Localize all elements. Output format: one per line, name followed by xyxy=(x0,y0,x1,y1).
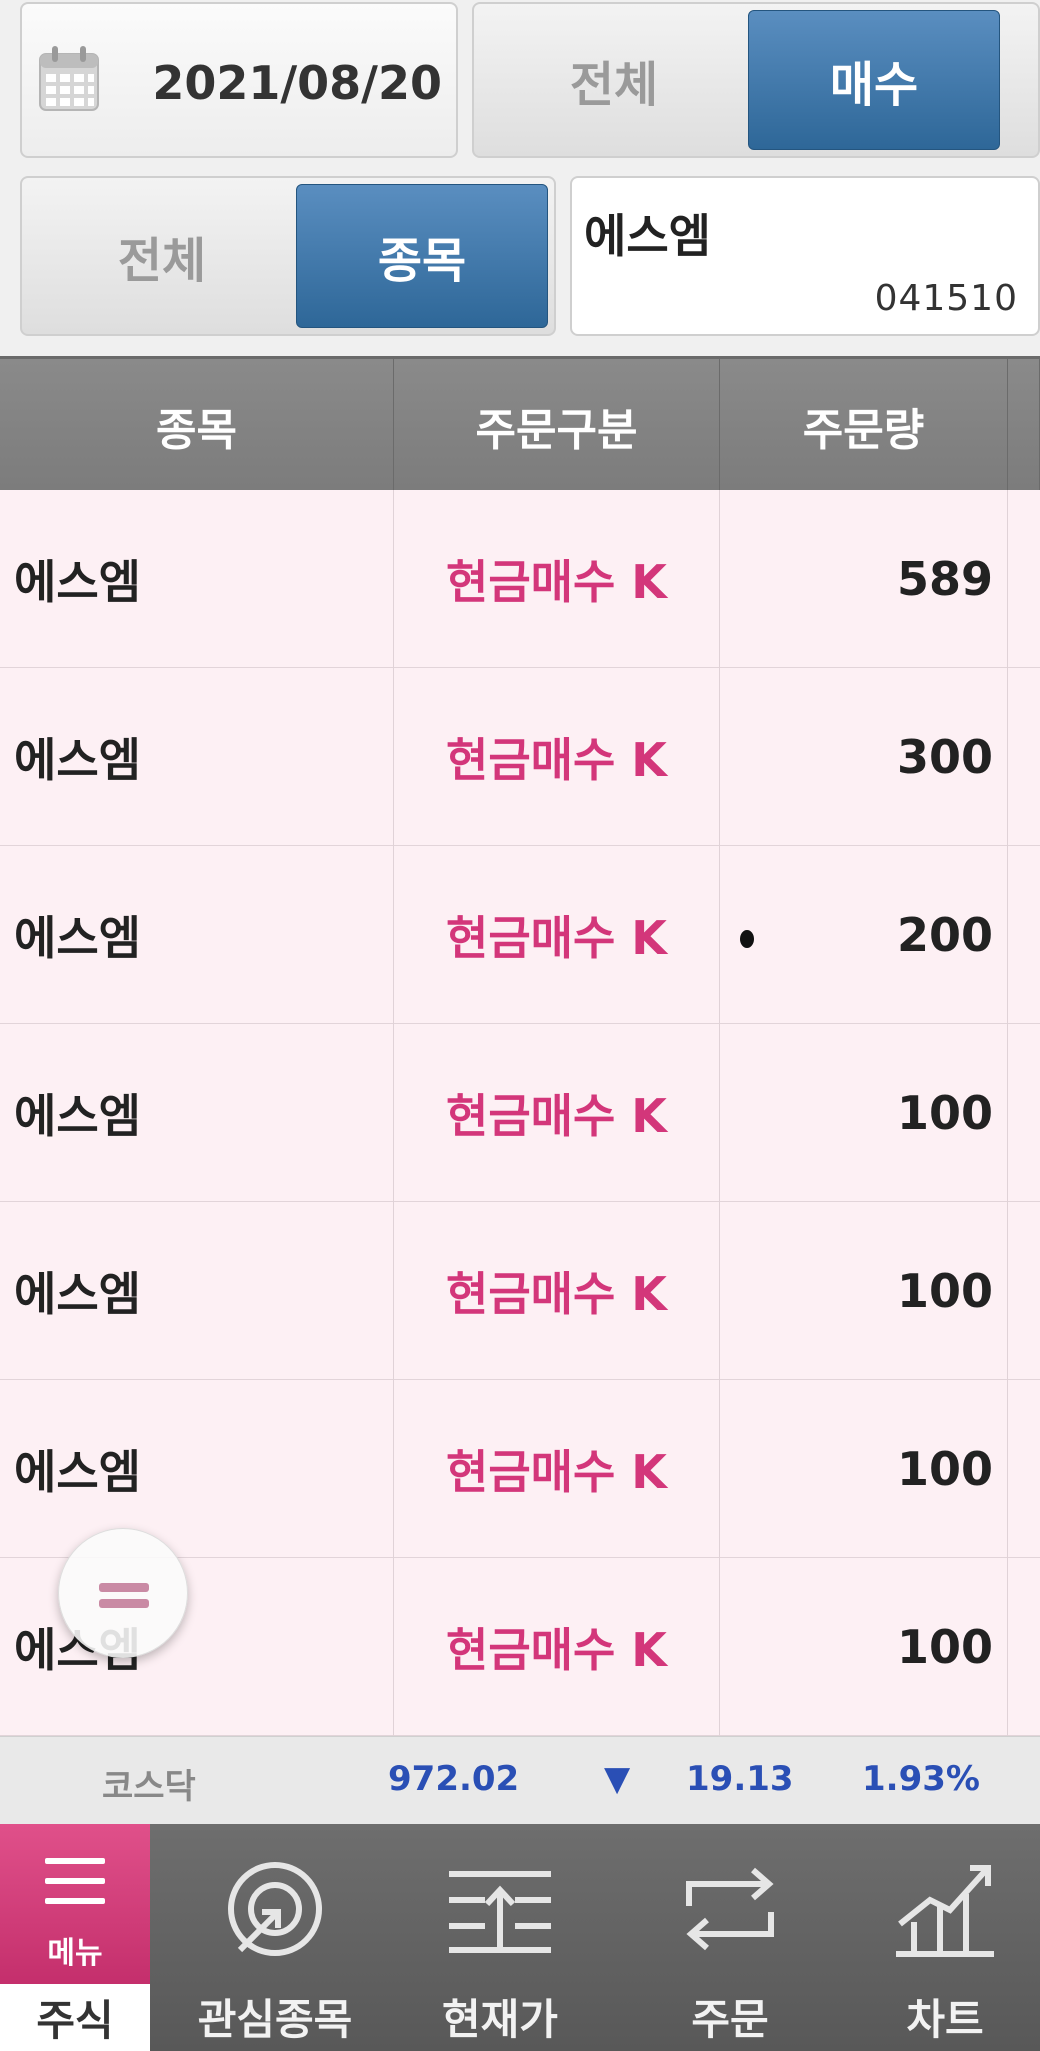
row-quantity: 100 xyxy=(720,1024,1008,1202)
current-price-icon xyxy=(449,1871,551,1953)
nav-watchlist-label: 관심종목 xyxy=(197,1995,353,2044)
stock-code: 041510 xyxy=(874,278,1018,319)
nav-watchlist[interactable]: 관심종목 xyxy=(170,1824,380,2051)
down-arrow-icon: ▼ xyxy=(604,1759,631,1799)
menu-label: 메뉴 xyxy=(47,1936,103,1971)
row-extra xyxy=(1008,846,1040,1024)
row-stock-name: 에스엠 xyxy=(0,490,394,668)
row-stock-name: 에스엠 xyxy=(0,1202,394,1380)
menu-bar-icon xyxy=(99,1583,149,1592)
table-row[interactable]: 에스엠 현금매수 K 589 xyxy=(0,490,1040,668)
row-order-type: 현금매수 K xyxy=(394,1558,720,1736)
row-quantity: 100 xyxy=(720,1202,1008,1380)
touch-dot xyxy=(740,930,754,948)
table-row[interactable]: 에스엠 현금매수 K 100 xyxy=(0,1202,1040,1380)
row-quantity: 200 xyxy=(720,846,1008,1024)
table-row[interactable]: 에스엠 현금매수 K 300 xyxy=(0,668,1040,846)
row-extra xyxy=(1008,1202,1040,1380)
row-quantity: 589 xyxy=(720,490,1008,668)
row-quantity: 100 xyxy=(720,1558,1008,1736)
row-extra xyxy=(1008,1558,1040,1736)
nav-chart[interactable]: 차트 xyxy=(850,1824,1040,2051)
stock-name: 에스엠 xyxy=(584,209,711,263)
row-stock-name: 에스엠 xyxy=(0,1024,394,1202)
row-order-type: 현금매수 K xyxy=(394,846,720,1024)
header-quantity: 주문량 xyxy=(720,359,1008,493)
index-change: 19.13 xyxy=(686,1759,794,1799)
date-picker[interactable]: 2021/08/20 xyxy=(20,2,458,158)
chart-icon xyxy=(896,1865,994,1957)
stock-scope-toggle: 전체 종목 xyxy=(20,176,556,336)
header-stock: 종목 xyxy=(0,359,394,493)
row-extra xyxy=(1008,1380,1040,1558)
stock-selector[interactable]: 에스엠 041510 xyxy=(570,176,1040,336)
row-extra xyxy=(1008,1024,1040,1202)
index-ticker[interactable]: 코스닥 972.02 ▼ 19.13 1.93% xyxy=(0,1736,1040,1824)
type-buy-button[interactable]: 매수 xyxy=(748,10,1000,150)
date-value: 2021/08/20 xyxy=(152,56,442,110)
row-order-type: 현금매수 K xyxy=(394,1202,720,1380)
table-header: 종목 주문구분 주문량 xyxy=(0,356,1040,493)
menu-button[interactable]: 메뉴 xyxy=(0,1824,150,1984)
index-name: 코스닥 xyxy=(102,1767,196,1807)
index-rate: 1.93% xyxy=(862,1759,980,1799)
table-row[interactable]: 에스엠 현금매수 K 200 xyxy=(0,846,1040,1024)
row-order-type: 현금매수 K xyxy=(394,1380,720,1558)
nav-current-price[interactable]: 현재가 xyxy=(395,1824,605,2051)
hamburger-icon xyxy=(45,1898,105,1904)
header-order-type: 주문구분 xyxy=(394,359,720,493)
row-extra xyxy=(1008,668,1040,846)
order-type-toggle: 전체 매수 xyxy=(472,2,1040,158)
watchlist-icon xyxy=(228,1862,322,1956)
hamburger-icon xyxy=(45,1858,105,1864)
nav-order-label: 주문 xyxy=(691,1995,769,2044)
menu-bar-icon xyxy=(99,1599,149,1608)
floating-menu-button[interactable] xyxy=(58,1528,188,1658)
type-all-button[interactable]: 전체 xyxy=(494,10,734,150)
filter-panel: 2021/08/20 전체 매수 전체 종목 에스엠 041510 xyxy=(0,0,1040,356)
row-quantity: 100 xyxy=(720,1380,1008,1558)
calendar-icon xyxy=(39,46,99,111)
table-row[interactable]: 에스엠 현금매수 K 100 xyxy=(0,1024,1040,1202)
row-order-type: 현금매수 K xyxy=(394,1024,720,1202)
nav-order[interactable]: 주문 xyxy=(625,1824,835,2051)
bottom-navigation: 메뉴 주식 관심종목 현재가 주문 차트 xyxy=(0,1824,1040,2051)
row-quantity: 300 xyxy=(720,668,1008,846)
stock-all-button[interactable]: 전체 xyxy=(42,184,282,328)
row-stock-name: 에스엠 xyxy=(0,1380,394,1558)
stock-item-button[interactable]: 종목 xyxy=(296,184,548,328)
row-quantity-value: 200 xyxy=(896,908,993,962)
row-order-type: 현금매수 K xyxy=(394,490,720,668)
nav-current-price-label: 현재가 xyxy=(442,1995,558,2044)
row-extra xyxy=(1008,490,1040,668)
row-stock-name: 에스엠 xyxy=(0,668,394,846)
table-row[interactable]: 에스엠 현금매수 K 100 xyxy=(0,1380,1040,1558)
row-order-type: 현금매수 K xyxy=(394,668,720,846)
nav-chart-label: 차트 xyxy=(906,1995,984,2044)
header-extra xyxy=(1008,359,1040,493)
hamburger-icon xyxy=(45,1878,105,1884)
index-value: 972.02 xyxy=(388,1759,520,1799)
order-exchange-icon xyxy=(686,1867,774,1951)
row-stock-name: 에스엠 xyxy=(0,846,394,1024)
tab-stocks[interactable]: 주식 xyxy=(0,1984,150,2051)
